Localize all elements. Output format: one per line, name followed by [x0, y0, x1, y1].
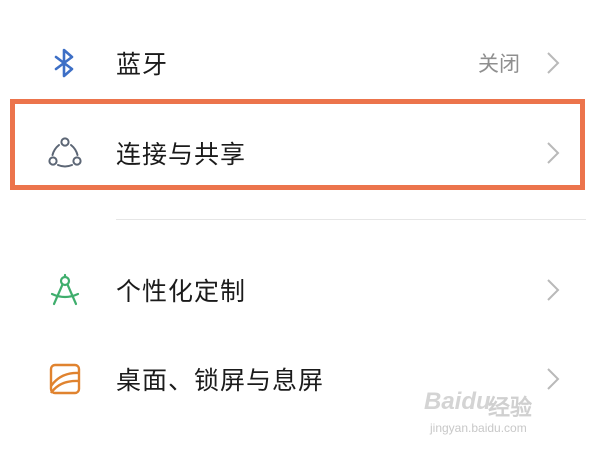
settings-item-desktop-lock-screen[interactable]: 桌面、锁屏与息屏 — [0, 352, 600, 406]
section-divider — [116, 219, 586, 220]
settings-item-label: 蓝牙 — [116, 50, 169, 79]
bluetooth-icon — [48, 46, 82, 80]
settings-item-bluetooth[interactable]: 蓝牙 关闭 — [0, 36, 600, 90]
connection-share-icon — [48, 136, 82, 170]
chevron-right-icon — [546, 367, 560, 391]
settings-item-label: 桌面、锁屏与息屏 — [116, 366, 325, 395]
wallpaper-icon — [48, 362, 82, 396]
chevron-right-icon — [546, 141, 560, 165]
settings-item-connection-sharing[interactable]: 连接与共享 — [0, 126, 600, 180]
chevron-right-icon — [546, 278, 560, 302]
settings-item-label: 连接与共享 — [116, 140, 247, 169]
compass-drafting-icon — [48, 273, 82, 307]
settings-item-label: 个性化定制 — [116, 277, 247, 306]
settings-screen: 蓝牙 关闭 连接与共享 个性化定制 桌面、锁屏与息屏 Baidu 经验 jing… — [0, 0, 600, 450]
bluetooth-status-value: 关闭 — [478, 52, 520, 76]
watermark-url: jingyan.baidu.com — [430, 421, 527, 435]
settings-item-personalization[interactable]: 个性化定制 — [0, 263, 600, 317]
chevron-right-icon — [546, 51, 560, 75]
